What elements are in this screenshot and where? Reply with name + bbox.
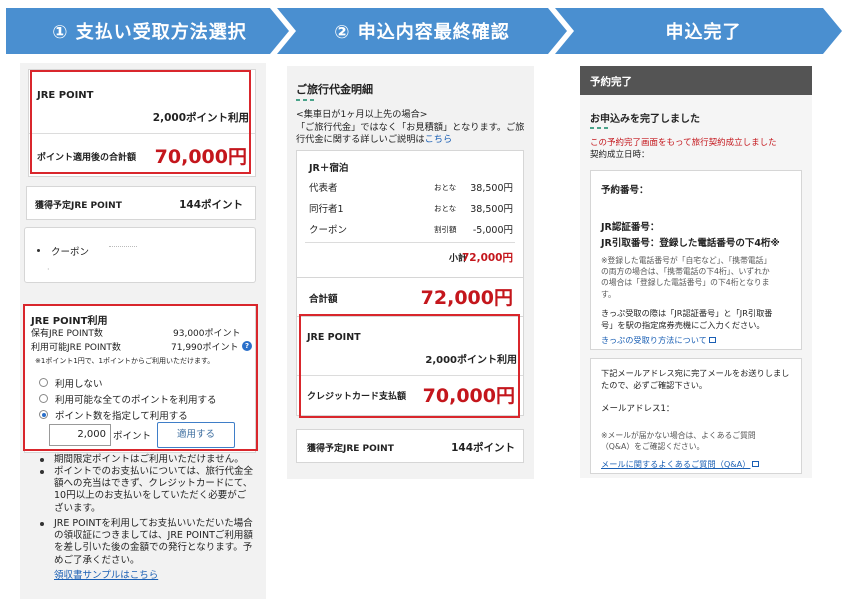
coupon-bullet bbox=[37, 249, 40, 252]
earn-points-value: 144ポイント bbox=[451, 442, 515, 454]
mail-info-card: 下記メールアドレス宛に完了メールをお送りしまし たので、必ずご確認下さい。 メール… bbox=[590, 358, 802, 474]
coupon-name-placeholder bbox=[109, 246, 137, 247]
step-payment-method: ① 支払い受取方法選択 bbox=[6, 8, 289, 54]
jr-pickup-number-label: JR引取番号：登録した電話番号の下4桁※ bbox=[601, 238, 780, 249]
earn-points-label: 獲得予定JRE POINT bbox=[35, 201, 122, 211]
row-amount: -5,000円 bbox=[472, 225, 513, 236]
jr-auth-number-label: JR認証番号： bbox=[601, 222, 660, 233]
row-amount: 38,500円 bbox=[470, 204, 513, 215]
step-complete: 申込完了 bbox=[555, 8, 842, 54]
price-note: <集車日が1ヶ月以上先の場合> 「ご旅行代金」ではなく「お見積額」となります。ご… bbox=[296, 109, 525, 146]
step-1-label: ① 支払い受取方法選択 bbox=[52, 22, 247, 43]
done-title: お申込みを完了しました bbox=[590, 114, 700, 125]
external-link-icon bbox=[752, 461, 760, 467]
title-underline bbox=[296, 99, 314, 101]
receipt-sample-link[interactable]: 領収書サンプルはこちら bbox=[54, 567, 158, 581]
total-label: 合計額 bbox=[309, 294, 338, 305]
highlight-box bbox=[30, 70, 251, 174]
payment-method-panel: JRE POINT 2,000ポイント利用 ポイント適用後の合計額 70,000… bbox=[20, 63, 266, 599]
note-2: ポイントでのお支払いについては、旅行代金全 額への充当はできず、クレジットカードに… bbox=[54, 466, 254, 514]
row-amount: 38,500円 bbox=[470, 183, 513, 194]
phone-note: ※登録した電話番号が「自宅など」、「携帯電話」 の両方の場合は、「携帯電話の下4桁… bbox=[601, 256, 772, 299]
ticket-pickup-link[interactable]: きっぷの受取り方法について bbox=[601, 334, 716, 346]
row-label: クーポン bbox=[309, 225, 348, 236]
step-final-confirm: ② 申込内容最終確認 bbox=[277, 8, 567, 54]
reservation-info-card: 予約番号： JR認証番号： JR引取番号：登録した電話番号の下4桁※ ※登録した… bbox=[590, 170, 802, 350]
coupon-sub-mark: · bbox=[47, 265, 50, 274]
price-detail-title: ご旅行代金明細 bbox=[296, 83, 373, 96]
final-confirm-panel: ご旅行代金明細 <集車日が1ヶ月以上先の場合> 「ご旅行代金」ではなく「お見積額… bbox=[287, 66, 534, 479]
row-type: おとな bbox=[434, 204, 457, 213]
row-label: 同行者1 bbox=[309, 204, 344, 215]
coupon-card[interactable]: クーポン · bbox=[24, 227, 256, 283]
plan-title: JR＋宿泊 bbox=[309, 163, 349, 174]
earn-points-value: 144ポイント bbox=[179, 199, 243, 211]
highlight-box bbox=[299, 314, 520, 418]
completion-header: 予約完了 bbox=[590, 76, 632, 88]
mail-note: 下記メールアドレス宛に完了メールをお送りしまし たので、必ずご確認下さい。 bbox=[601, 368, 790, 390]
title-underline bbox=[590, 127, 608, 129]
step-3-label: 申込完了 bbox=[665, 22, 742, 43]
note-1: 期間限定ポイントはご利用いただけません。 bbox=[54, 454, 244, 465]
external-link-icon bbox=[708, 337, 716, 343]
ticket-note: きっぷ受取の際は「JR認証番号」と「JR引取番 号」を駅の指定席券売機にご入力くだ… bbox=[601, 308, 773, 330]
price-note-link[interactable]: こちら bbox=[425, 134, 453, 145]
row-type: おとな bbox=[434, 183, 457, 192]
mail-faq-link[interactable]: メールに関するよくあるご質問（Q&A） bbox=[601, 458, 760, 470]
row-type: 割引額 bbox=[434, 225, 457, 234]
earn-points-label: 獲得予定JRE POINT bbox=[307, 444, 394, 454]
coupon-label: クーポン bbox=[51, 247, 90, 258]
earn-points-card: 獲得予定JRE POINT 144ポイント bbox=[26, 186, 256, 220]
row-label: 代表者 bbox=[309, 183, 338, 194]
price-table: JR＋宿泊 代表者 おとな 38,500円 同行者1 おとな 38,500円 ク… bbox=[296, 150, 524, 278]
completion-panel: 予約完了 お申込みを完了しました この予約完了画面をもって旅行契約成立しました … bbox=[580, 66, 812, 478]
note-3: JRE POINTを利用してお支払いいただいた場合 の領収証につきましては、JRE… bbox=[54, 518, 253, 566]
contract-notice: この予約完了画面をもって旅行契約成立しました bbox=[590, 138, 777, 148]
total-card: 合計額 72,000円 bbox=[296, 277, 524, 317]
mail-missing-note: ※メールが届かない場合は、よくあるご質問 （Q&A）をご確認ください。 bbox=[601, 431, 756, 452]
contract-date-label: 契約成立日時： bbox=[590, 150, 650, 160]
progress-steps: ① 支払い受取方法選択 ② 申込内容最終確認 申込完了 bbox=[6, 8, 842, 54]
mail-address-label: メールアドレス1： bbox=[601, 404, 675, 414]
total-value: 72,000円 bbox=[420, 287, 513, 309]
subtotal-value: 72,000円 bbox=[461, 252, 513, 264]
reservation-number-label: 予約番号： bbox=[601, 185, 649, 196]
earn-points-card: 獲得予定JRE POINT 144ポイント bbox=[296, 429, 524, 463]
step-2-label: ② 申込内容最終確認 bbox=[334, 22, 510, 43]
highlight-box bbox=[23, 304, 258, 451]
